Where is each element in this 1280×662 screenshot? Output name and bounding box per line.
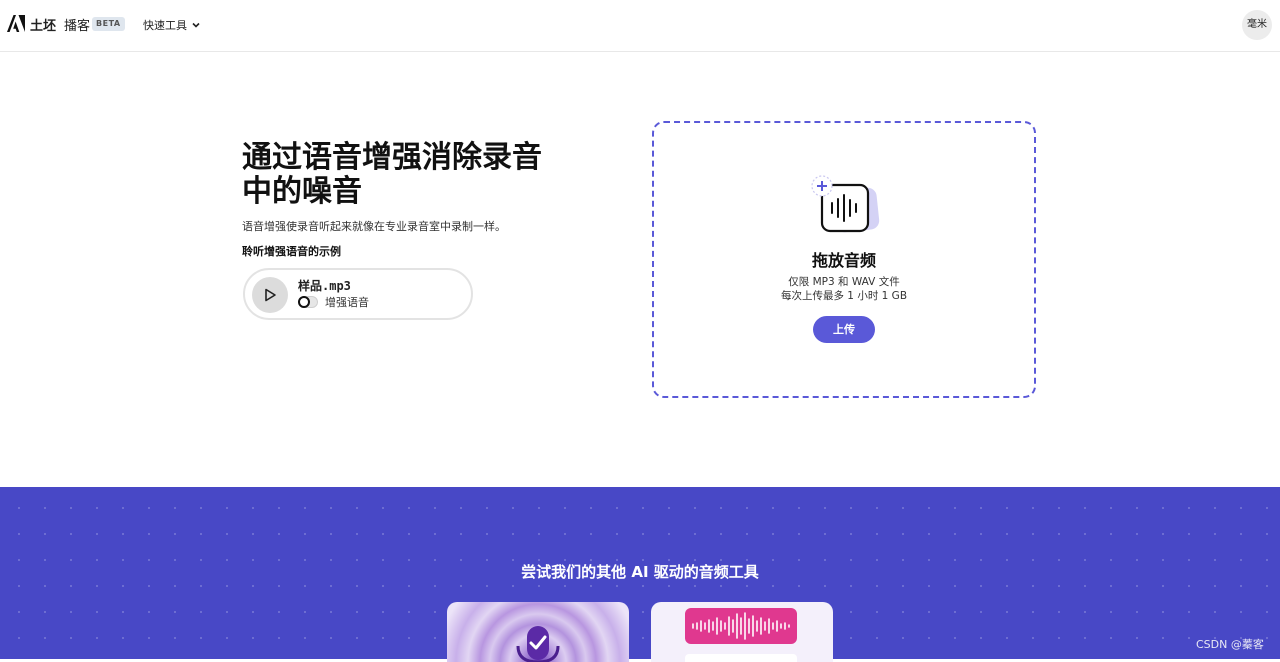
tool-card-waveform[interactable] (651, 602, 833, 662)
chevron-down-icon (192, 22, 200, 28)
dropzone-title: 拖放音频 (811, 251, 876, 270)
audio-file-add-icon (811, 175, 880, 233)
card-preview-bar (685, 654, 797, 662)
other-tools-title: 尝试我们的其他 AI 驱动的音频工具 (521, 563, 759, 581)
hero-description: 语音增强使录音听起来就像在专业录音室中录制一样。 (242, 220, 506, 233)
top-bar: 土坯 播客 BETA 快速工具 毫米 (0, 0, 1280, 52)
microphone-check-icon (516, 626, 560, 662)
sample-file-name: 样品.mp3 (298, 279, 351, 293)
quick-tools-label: 快速工具 (143, 19, 187, 32)
upload-button[interactable]: 上传 (813, 316, 875, 343)
enhance-speech-label: 增强语音 (325, 296, 369, 309)
user-avatar[interactable]: 毫米 (1242, 10, 1272, 40)
sample-audio-player: 样品.mp3 增强语音 (243, 268, 473, 320)
toggle-knob (298, 296, 310, 308)
waveform-icon (692, 612, 790, 640)
other-tools-section: 尝试我们的其他 AI 驱动的音频工具 (0, 487, 1280, 662)
page-title: 通过语音增强消除录音中的噪音 (242, 140, 542, 209)
enhance-speech-toggle[interactable] (298, 296, 318, 308)
play-button[interactable] (252, 277, 288, 313)
quick-tools-menu[interactable]: 快速工具 (143, 17, 201, 33)
audio-dropzone[interactable]: 拖放音频 仅限 MP3 和 WAV 文件 每次上传最多 1 小时 1 GB 上传 (652, 121, 1036, 398)
brand-name[interactable]: 土坯 (30, 15, 56, 34)
sample-heading: 聆听增强语音的示例 (242, 245, 341, 258)
dropzone-format-note: 仅限 MP3 和 WAV 文件 (788, 276, 900, 288)
watermark: CSDN @蓁客 (1196, 638, 1264, 651)
waveform-badge (685, 608, 797, 644)
adobe-logo-icon[interactable] (7, 15, 25, 32)
tool-card-mic-check[interactable] (447, 602, 629, 662)
beta-badge: BETA (92, 17, 125, 31)
product-name[interactable]: 播客 (64, 15, 90, 34)
dropzone-limit-note: 每次上传最多 1 小时 1 GB (780, 290, 908, 302)
play-icon (265, 288, 276, 302)
